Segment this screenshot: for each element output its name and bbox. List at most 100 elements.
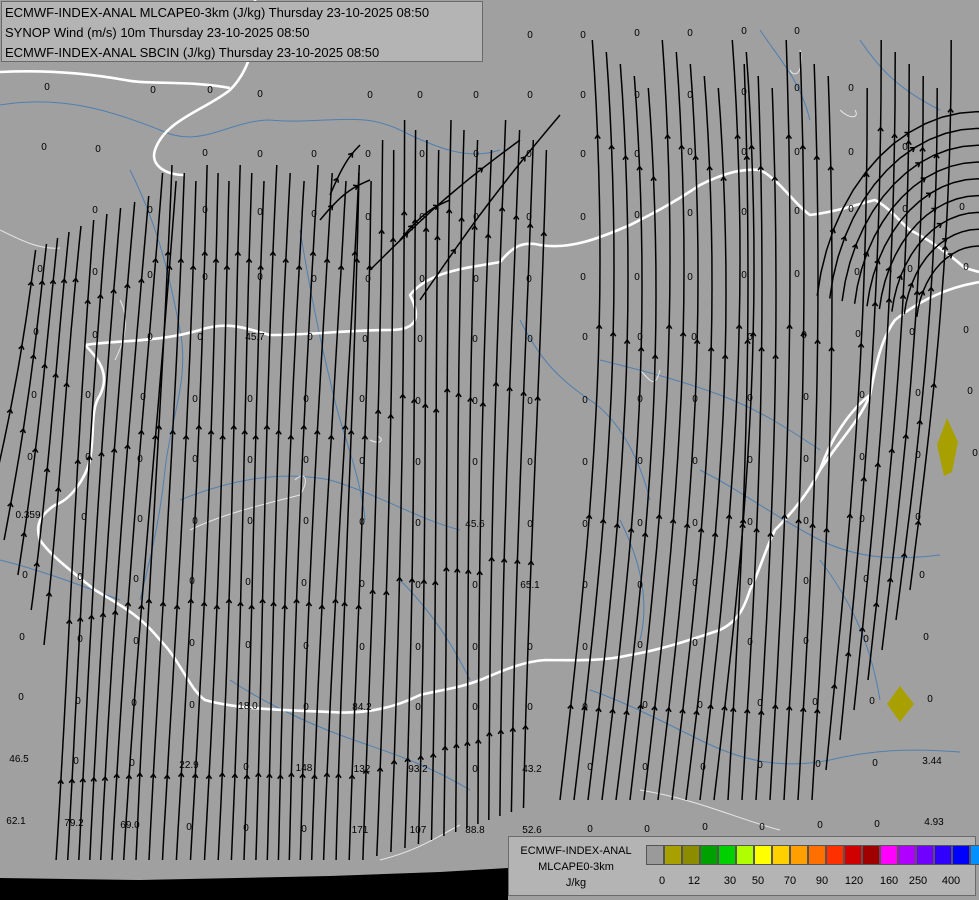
sbcin-value: 0 xyxy=(73,756,79,767)
sbcin-value: 0 xyxy=(747,577,753,588)
sbcin-value: 0 xyxy=(129,758,135,769)
sbcin-value: 0 xyxy=(794,269,800,280)
sbcin-value: 0 xyxy=(863,634,869,645)
sbcin-value: 0 xyxy=(359,456,365,467)
legend-tick-label: 70 xyxy=(783,875,797,887)
sbcin-value: 0 xyxy=(759,822,765,833)
sbcin-value: 0 xyxy=(692,394,698,405)
sbcin-value: 0 xyxy=(642,700,648,711)
sbcin-value: 65.1 xyxy=(520,580,540,591)
sbcin-value: 0 xyxy=(582,457,588,468)
legend-unit: J/kg xyxy=(565,877,587,889)
sbcin-value: 0 xyxy=(147,270,153,281)
wind-streamline xyxy=(362,139,384,861)
legend-swatch xyxy=(862,845,880,865)
sbcin-value: 0 xyxy=(580,149,586,160)
legend-title-param: MLCAPE0-3km xyxy=(538,861,614,873)
sbcin-value: 0 xyxy=(815,759,821,770)
sbcin-value: 0 xyxy=(75,696,81,707)
sbcin-value: 0 xyxy=(526,212,532,223)
sbcin-value: 0 xyxy=(18,692,24,703)
sbcin-value: 0 xyxy=(527,702,533,713)
legend-swatch xyxy=(808,845,826,865)
sbcin-value: 0 xyxy=(92,267,98,278)
map-header: ECMWF-INDEX-ANAL MLCAPE0-3km (J/kg) Thur… xyxy=(1,1,483,62)
sbcin-value: 0 xyxy=(192,454,198,465)
sbcin-value: 0 xyxy=(365,274,371,285)
sbcin-value: 0 xyxy=(245,577,251,588)
sbcin-value: 0 xyxy=(95,144,101,155)
sbcin-value: 0 xyxy=(473,212,479,223)
sbcin-value: 0 xyxy=(634,210,640,221)
header-line-cape: ECMWF-INDEX-ANAL MLCAPE0-3km (J/kg) Thur… xyxy=(5,5,430,20)
wind-streamlines-layer xyxy=(0,39,979,861)
sbcin-value: 0 xyxy=(311,274,317,285)
sbcin-value: 0 xyxy=(133,636,139,647)
sbcin-value: 0 xyxy=(526,274,532,285)
sbcin-value: 93.2 xyxy=(408,764,428,775)
legend-tick-labels: 0 12 30 50 70 90 120 160 250 400 xyxy=(646,875,976,889)
sbcin-value: 0 xyxy=(741,87,747,98)
sbcin-value: 0 xyxy=(902,142,908,153)
sbcin-value: 0 xyxy=(31,390,37,401)
regional-borders-layer xyxy=(0,49,857,861)
legend-tick-label: 90 xyxy=(815,875,829,887)
legend-tick-label: 250 xyxy=(908,875,928,887)
wind-streamline xyxy=(671,75,713,801)
sbcin-value: 0 xyxy=(247,516,253,527)
sbcin-value: 107 xyxy=(410,825,427,836)
sbcin-value: 0 xyxy=(687,147,693,158)
legend-swatch xyxy=(772,845,790,865)
sbcin-value: 0 xyxy=(202,205,208,216)
sbcin-value: 0 xyxy=(147,205,153,216)
sbcin-value: 0 xyxy=(757,698,763,709)
wind-streamline xyxy=(99,195,150,861)
sbcin-value: 0 xyxy=(415,396,421,407)
sbcin-value: 0 xyxy=(915,388,921,399)
sbcin-value: 0 xyxy=(580,90,586,101)
legend-swatch xyxy=(898,845,916,865)
sbcin-value: 0 xyxy=(147,332,153,343)
sbcin-value: 0 xyxy=(362,334,368,345)
legend-swatch xyxy=(916,845,934,865)
sbcin-value: 0 xyxy=(472,334,478,345)
sbcin-value: 0 xyxy=(192,394,198,405)
wind-streamline xyxy=(466,139,479,829)
wind-streamline xyxy=(615,87,657,801)
legend-swatches xyxy=(646,845,979,865)
sbcin-value: 0 xyxy=(741,26,747,37)
wind-streamline xyxy=(499,129,521,817)
sbcin-value: 18.0 xyxy=(238,701,258,712)
sbcin-value: 0 xyxy=(192,516,198,527)
sbcin-value: 0 xyxy=(741,270,747,281)
sbcin-value: 0 xyxy=(817,820,823,831)
sbcin-value: 22.9 xyxy=(179,760,199,771)
sbcin-value: 0 xyxy=(202,272,208,283)
sbcin-value: 0 xyxy=(473,149,479,160)
legend-swatch xyxy=(718,845,736,865)
sbcin-value: 0 xyxy=(741,147,747,158)
sbcin-value: 0 xyxy=(527,30,533,41)
sbcin-value: 0 xyxy=(202,148,208,159)
sbcin-value: 0 xyxy=(580,30,586,41)
sbcin-value: 0 xyxy=(419,274,425,285)
sbcin-value: 0 xyxy=(692,518,698,529)
sbcin-value: 0 xyxy=(77,634,83,645)
sbcin-value: 0 xyxy=(687,28,693,39)
color-legend: ECMWF-INDEX-ANAL MLCAPE0-3km J/kg 0 12 30 5… xyxy=(508,836,979,896)
sbcin-value: 0 xyxy=(243,823,249,834)
sbcin-value: 0 xyxy=(687,90,693,101)
sbcin-value: 0 xyxy=(803,636,809,647)
sbcin-value: 84.2 xyxy=(352,702,372,713)
sbcin-value: 0 xyxy=(257,89,263,100)
wind-streamline xyxy=(488,119,507,821)
wind-streamline xyxy=(310,180,347,861)
header-line-cin: ECMWF-INDEX-ANAL SBCIN (J/kg) Thursday 2… xyxy=(5,45,380,60)
sbcin-value: 0 xyxy=(915,512,921,523)
sbcin-value: 0 xyxy=(637,518,643,529)
sbcin-value: 0 xyxy=(637,580,643,591)
wind-streamline xyxy=(573,51,615,801)
legend-swatch xyxy=(790,845,808,865)
sbcin-value: 0 xyxy=(637,456,643,467)
wind-streamline xyxy=(643,51,685,801)
